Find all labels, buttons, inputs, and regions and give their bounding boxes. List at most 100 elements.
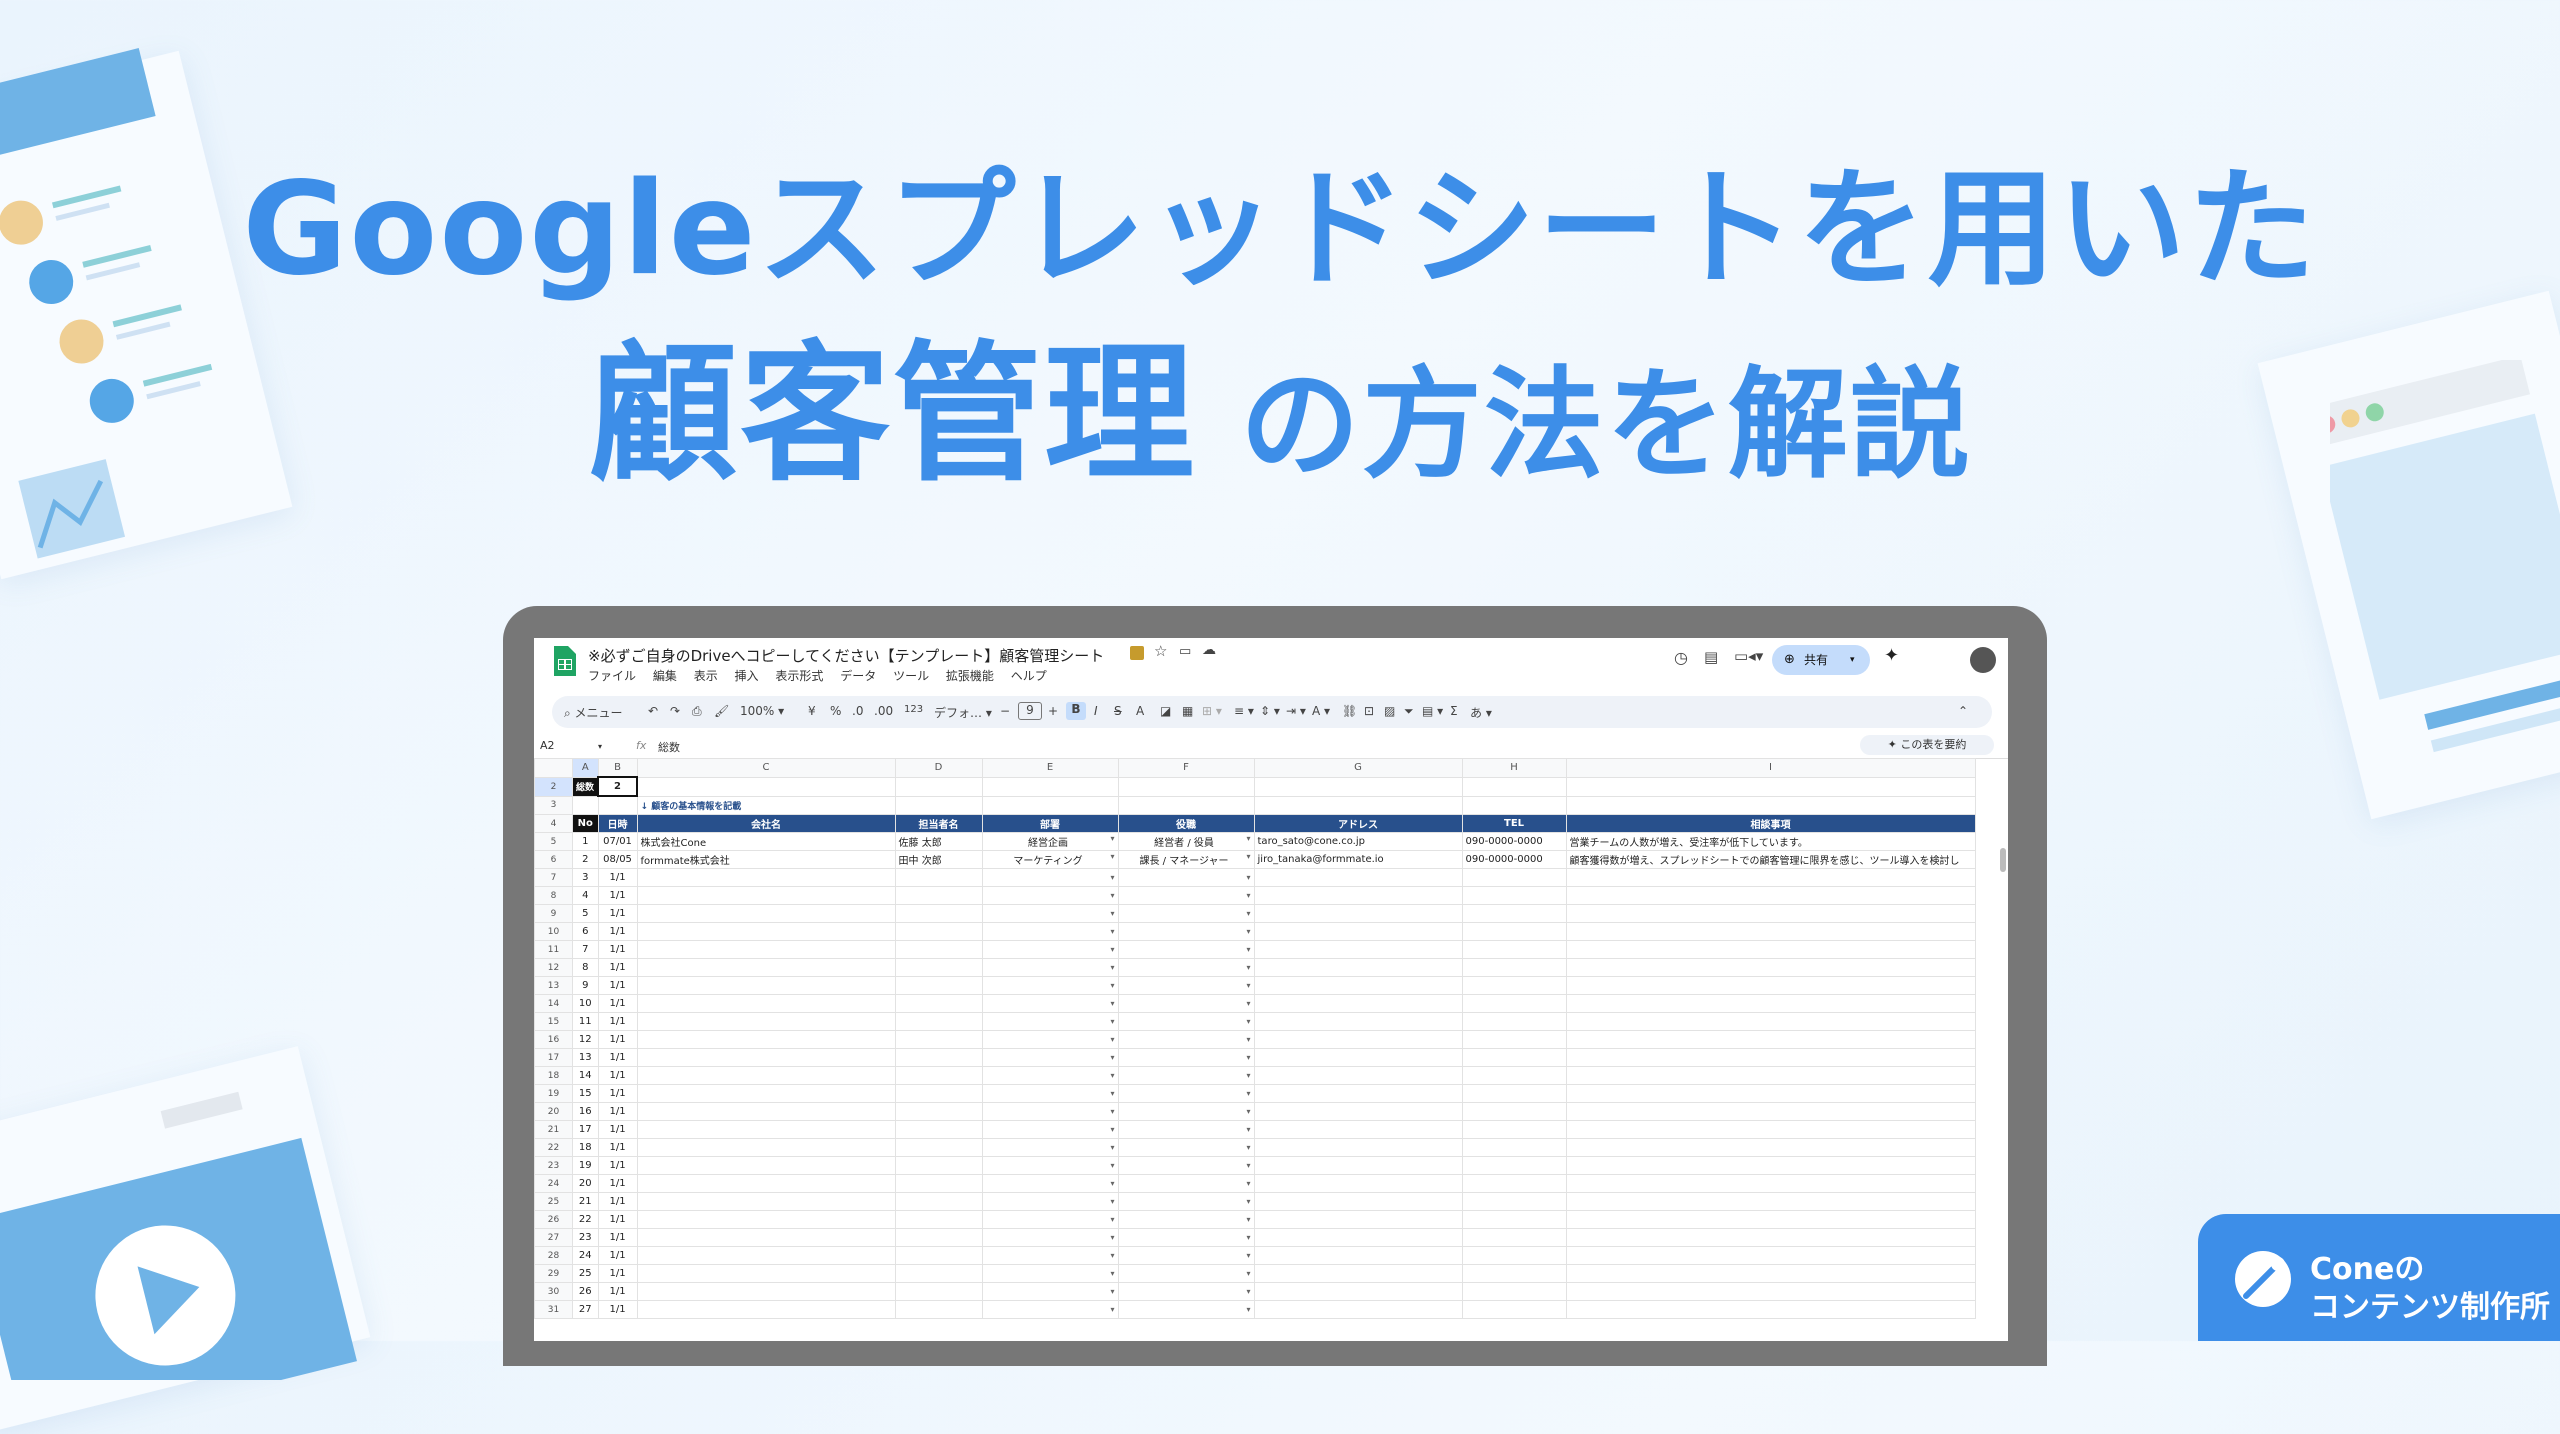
- email-cell[interactable]: taro_sato@cone.co.jp: [1253, 832, 1463, 851]
- row-header[interactable]: 23: [534, 1156, 573, 1175]
- no-cell[interactable]: 26: [572, 1282, 599, 1301]
- department-dropdown[interactable]: ▾: [981, 1102, 1119, 1121]
- person-cell[interactable]: [894, 958, 983, 977]
- company-cell[interactable]: [636, 1228, 896, 1247]
- tel-cell[interactable]: [1461, 976, 1567, 995]
- company-cell[interactable]: [636, 1048, 896, 1067]
- notes-cell[interactable]: [1565, 1138, 1976, 1157]
- date-cell[interactable]: 1/1: [597, 1138, 638, 1157]
- person-cell[interactable]: [894, 1084, 983, 1103]
- notes-cell[interactable]: [1565, 1192, 1976, 1211]
- search-menu[interactable]: ⌕ メニュー: [564, 704, 623, 721]
- tel-cell[interactable]: [1461, 1282, 1567, 1301]
- filter-icon[interactable]: ⏷: [1404, 704, 1414, 719]
- input-tools-select[interactable]: あ ▾: [1470, 704, 1492, 721]
- department-dropdown[interactable]: ▾: [981, 958, 1119, 977]
- date-cell[interactable]: 1/1: [597, 1048, 638, 1067]
- tel-cell[interactable]: 090-0000-0000: [1461, 850, 1567, 869]
- formula-input[interactable]: 総数: [658, 739, 680, 755]
- department-dropdown[interactable]: 経営企画 ▾: [981, 832, 1119, 851]
- department-dropdown[interactable]: ▾: [981, 868, 1119, 887]
- menu-format[interactable]: 表示形式: [775, 669, 823, 683]
- role-dropdown[interactable]: ▾: [1117, 1138, 1255, 1157]
- department-dropdown[interactable]: マーケティング ▾: [981, 850, 1119, 869]
- department-dropdown[interactable]: ▾: [981, 940, 1119, 959]
- column-header-d[interactable]: D: [894, 758, 983, 778]
- date-cell[interactable]: 1/1: [597, 1300, 638, 1319]
- notes-cell[interactable]: [1565, 940, 1976, 959]
- role-dropdown[interactable]: ▾: [1117, 1246, 1255, 1265]
- document-title[interactable]: ※必ずご自身のDriveへコピーしてください【テンプレート】顧客管理シート: [588, 645, 1104, 666]
- row-header[interactable]: 4: [534, 814, 573, 833]
- email-cell[interactable]: [1253, 1084, 1463, 1103]
- date-cell[interactable]: 1/1: [597, 994, 638, 1013]
- zoom-select[interactable]: 100% ▾: [740, 704, 784, 718]
- role-dropdown[interactable]: ▾: [1117, 976, 1255, 995]
- notes-cell[interactable]: [1565, 976, 1976, 995]
- paint-format-icon[interactable]: 🖌: [714, 704, 729, 718]
- header-email[interactable]: アドレス: [1253, 814, 1463, 833]
- notes-cell[interactable]: [1565, 1120, 1976, 1139]
- row-header[interactable]: 25: [534, 1192, 573, 1211]
- date-cell[interactable]: 1/1: [597, 1282, 638, 1301]
- text-color-button[interactable]: A: [1136, 704, 1144, 718]
- no-cell[interactable]: 8: [572, 958, 599, 977]
- date-cell[interactable]: 1/1: [597, 1012, 638, 1031]
- email-cell[interactable]: [1253, 1048, 1463, 1067]
- label-icon[interactable]: [1130, 646, 1144, 660]
- notes-cell[interactable]: [1565, 886, 1976, 905]
- person-cell[interactable]: [894, 994, 983, 1013]
- comments-icon[interactable]: ▤: [1704, 648, 1718, 666]
- department-dropdown[interactable]: ▾: [981, 1264, 1119, 1283]
- print-icon[interactable]: ⎙: [692, 704, 702, 719]
- company-cell[interactable]: [636, 1030, 896, 1049]
- move-folder-icon[interactable]: ▭: [1179, 644, 1191, 659]
- tel-cell[interactable]: [1461, 886, 1567, 905]
- tel-cell[interactable]: [1461, 868, 1567, 887]
- notes-cell[interactable]: [1565, 1264, 1976, 1283]
- meet-icon[interactable]: ▭◂▾: [1734, 647, 1763, 665]
- no-cell[interactable]: 21: [572, 1192, 599, 1211]
- fill-color-icon[interactable]: ◪: [1160, 704, 1171, 718]
- person-cell[interactable]: [894, 1066, 983, 1085]
- role-dropdown[interactable]: ▾: [1117, 1210, 1255, 1229]
- tel-cell[interactable]: [1461, 1066, 1567, 1085]
- role-dropdown[interactable]: 課長 / マネージャー ▾: [1117, 850, 1255, 869]
- header-notes[interactable]: 相談事項: [1565, 814, 1976, 833]
- column-header-e[interactable]: E: [981, 758, 1119, 778]
- date-cell[interactable]: 1/1: [597, 868, 638, 887]
- person-cell[interactable]: [894, 1102, 983, 1121]
- company-cell[interactable]: [636, 1138, 896, 1157]
- no-cell[interactable]: 20: [572, 1174, 599, 1193]
- no-cell[interactable]: 1: [572, 832, 599, 851]
- bold-button[interactable]: B: [1066, 702, 1086, 720]
- filter-views-icon[interactable]: ▤ ▾: [1422, 704, 1443, 718]
- row-header[interactable]: 14: [534, 994, 573, 1013]
- tel-cell[interactable]: [1461, 1030, 1567, 1049]
- company-cell[interactable]: [636, 976, 896, 995]
- notes-cell[interactable]: [1565, 1228, 1976, 1247]
- tel-cell[interactable]: [1461, 940, 1567, 959]
- menu-data[interactable]: データ: [840, 669, 876, 683]
- person-cell[interactable]: [894, 1228, 983, 1247]
- comment-icon[interactable]: ⊡: [1364, 704, 1374, 718]
- role-dropdown[interactable]: ▾: [1117, 1282, 1255, 1301]
- notes-cell[interactable]: [1565, 1174, 1976, 1193]
- role-dropdown[interactable]: ▾: [1117, 1012, 1255, 1031]
- company-cell[interactable]: formmate株式会社: [636, 850, 896, 869]
- person-cell[interactable]: [894, 940, 983, 959]
- row-header[interactable]: 22: [534, 1138, 573, 1157]
- department-dropdown[interactable]: ▾: [981, 1210, 1119, 1229]
- role-dropdown[interactable]: ▾: [1117, 1120, 1255, 1139]
- align-icon[interactable]: ≡ ▾: [1234, 704, 1254, 718]
- menu-help[interactable]: ヘルプ: [1011, 669, 1047, 683]
- tel-cell[interactable]: [1461, 994, 1567, 1013]
- gemini-icon[interactable]: ✦: [1884, 645, 1899, 666]
- company-cell[interactable]: 株式会社Cone: [636, 832, 896, 851]
- no-cell[interactable]: 23: [572, 1228, 599, 1247]
- email-cell[interactable]: [1253, 1012, 1463, 1031]
- tel-cell[interactable]: [1461, 1246, 1567, 1265]
- functions-button[interactable]: Σ: [1450, 704, 1458, 718]
- person-cell[interactable]: [894, 1264, 983, 1283]
- role-dropdown[interactable]: ▾: [1117, 904, 1255, 923]
